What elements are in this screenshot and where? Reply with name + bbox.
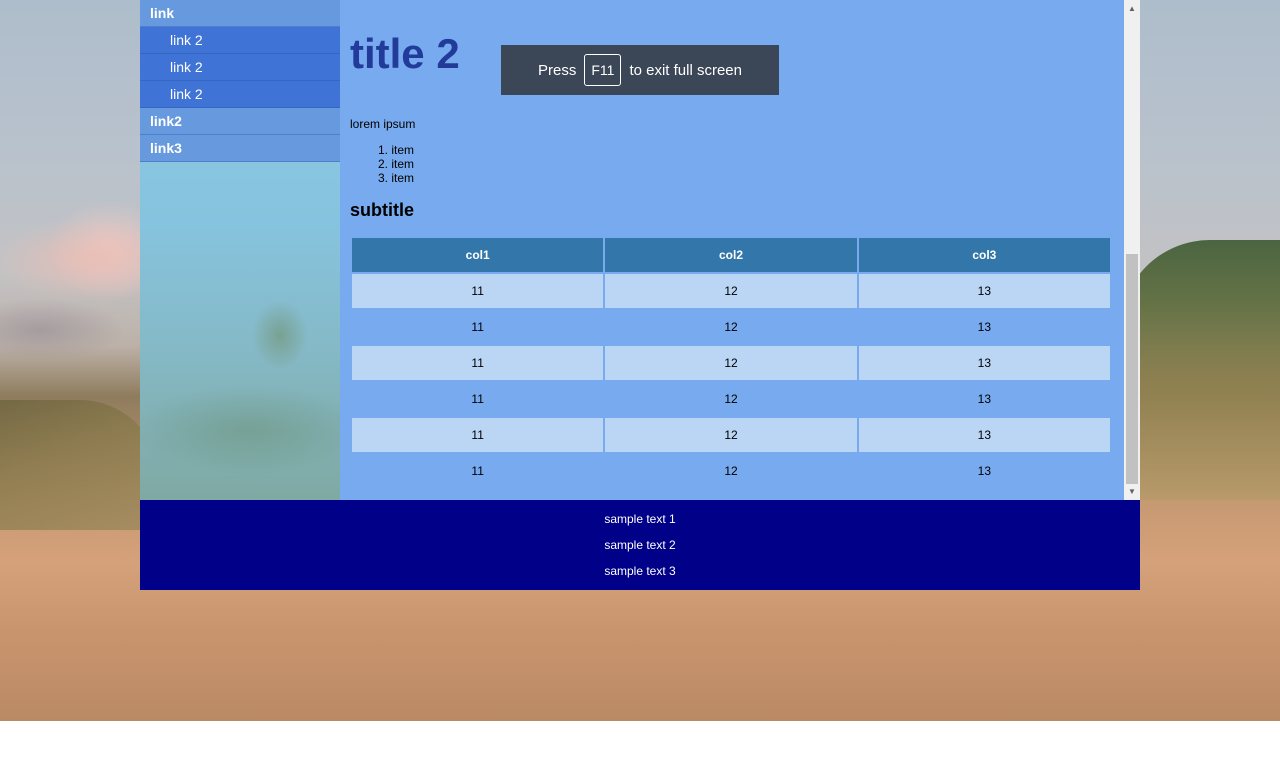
table-row: 11 12 13 bbox=[352, 346, 1110, 380]
table-cell: 11 bbox=[471, 464, 484, 478]
page-title: title 2 bbox=[350, 30, 460, 77]
footer: sample text 1 sample text 2 sample text … bbox=[140, 500, 1140, 590]
keyboard-key-badge: F11 bbox=[584, 54, 622, 86]
sidebar: link link 2 link 2 link 2 link2 link3 bbox=[140, 0, 340, 500]
scroll-down-arrow-icon[interactable]: ▼ bbox=[1124, 483, 1140, 500]
table-cell: 12 bbox=[605, 274, 857, 308]
table-row: 11 12 13 bbox=[352, 418, 1110, 452]
sidebar-subitem-link-2[interactable]: link 2 bbox=[140, 54, 340, 81]
table-cell: 13 bbox=[858, 274, 1110, 308]
sidebar-item-link[interactable]: link bbox=[140, 0, 340, 27]
table-cell: 11 bbox=[352, 274, 604, 308]
table-cell: 12 bbox=[724, 320, 738, 334]
table-cell: 11 bbox=[471, 392, 484, 406]
table-cell: 13 bbox=[977, 392, 991, 406]
table-cell: 11 bbox=[352, 346, 604, 380]
ordered-list: 1. item 2. item 3. item bbox=[378, 143, 414, 185]
intro-text: lorem ipsum bbox=[350, 117, 416, 131]
list-item: 2. item bbox=[378, 157, 415, 171]
sidebar-nav: link link 2 link 2 link 2 link2 link3 bbox=[140, 0, 340, 162]
sidebar-item-link3[interactable]: link3 bbox=[140, 135, 340, 162]
table-cell: 13 bbox=[977, 320, 991, 334]
table-cell: 12 bbox=[605, 418, 857, 452]
footer-text: sample text 1 bbox=[604, 512, 676, 526]
scroll-up-arrow-icon[interactable]: ▲ bbox=[1124, 0, 1140, 17]
column-header: col3 bbox=[858, 238, 1110, 272]
table-cell: 13 bbox=[858, 418, 1110, 452]
data-table: col1 col2 col3 11 12 13 11 12 13 11 12 1… bbox=[350, 236, 1112, 490]
table-row: 11 12 13 bbox=[352, 274, 1110, 308]
footer-text: sample text 2 bbox=[604, 538, 676, 552]
sidebar-subitem-link-2[interactable]: link 2 bbox=[140, 81, 340, 108]
table-cell: 11 bbox=[352, 418, 604, 452]
table-header-row: col1 col2 col3 bbox=[352, 238, 1110, 272]
sidebar-item-link2[interactable]: link2 bbox=[140, 108, 340, 135]
fullscreen-notification: Press F11 to exit full screen bbox=[501, 45, 779, 95]
vertical-scrollbar[interactable]: ▲ ▼ bbox=[1124, 0, 1140, 500]
footer-text: sample text 3 bbox=[604, 564, 676, 578]
table-row: 11 12 13 bbox=[352, 454, 1110, 488]
table-cell: 11 bbox=[471, 320, 484, 334]
table-cell: 13 bbox=[858, 346, 1110, 380]
subtitle: subtitle bbox=[350, 200, 415, 220]
scrollbar-thumb[interactable] bbox=[1126, 254, 1138, 484]
column-header: col2 bbox=[605, 238, 857, 272]
table-row: 11 12 13 bbox=[352, 382, 1110, 416]
dune-right bbox=[1120, 240, 1280, 500]
toast-prefix: Press bbox=[538, 61, 577, 79]
dune-left bbox=[0, 400, 160, 530]
table-cell: 13 bbox=[977, 464, 991, 478]
list-item: 1. item bbox=[378, 143, 415, 157]
list-item: 3. item bbox=[378, 171, 415, 185]
sidebar-subitem-link-2[interactable]: link 2 bbox=[140, 27, 340, 54]
table-cell: 12 bbox=[724, 392, 738, 406]
toast-suffix: to exit full screen bbox=[629, 61, 742, 79]
table-cell: 12 bbox=[724, 464, 738, 478]
column-header: col1 bbox=[352, 238, 604, 272]
table-cell: 12 bbox=[605, 346, 857, 380]
table-row: 11 12 13 bbox=[352, 310, 1110, 344]
